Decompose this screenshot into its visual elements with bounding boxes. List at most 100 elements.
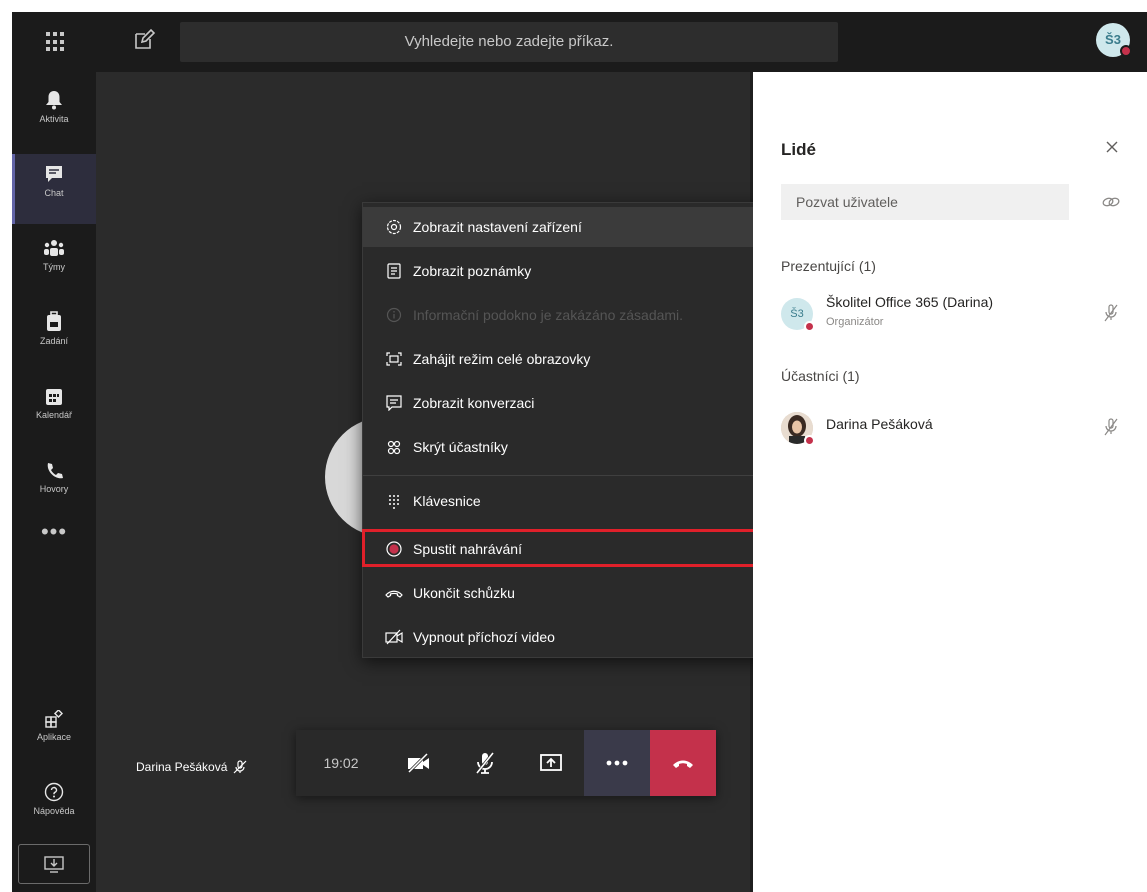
participant-name: Darina Pešáková (826, 416, 933, 432)
menu-item-keypad[interactable]: Klávesnice (363, 481, 771, 521)
menu-item-label: Ukončit schůzku (413, 585, 515, 601)
presenters-heading: Prezentující (1) (781, 258, 876, 274)
info-icon (385, 306, 403, 324)
menu-item-label: Zobrazit nastavení zařízení (413, 219, 582, 235)
participant-name-tag: Darina Pešáková (136, 760, 247, 774)
copy-link-icon[interactable] (1101, 194, 1121, 210)
menu-item-fullscreen[interactable]: Zahájit režim celé obrazovky (363, 339, 771, 379)
rail-label: Aplikace (36, 732, 72, 742)
share-screen-button[interactable] (518, 730, 584, 796)
share-screen-icon (540, 754, 562, 771)
menu-item-label: Informační podokno je zakázáno zásadami. (413, 307, 684, 323)
hang-up-icon (673, 760, 693, 768)
rail-item-help[interactable]: Nápověda (12, 772, 96, 842)
menu-divider (363, 475, 771, 476)
rail-label: Zadání (39, 336, 69, 346)
notes-icon (385, 262, 403, 280)
more-apps-icon[interactable]: ••• (12, 521, 96, 543)
rail-label: Hovory (39, 484, 69, 494)
rail-label: Aktivita (39, 114, 69, 124)
rail-item-assignments[interactable]: Zadání (12, 302, 96, 372)
rail-item-activity[interactable]: Aktivita (12, 80, 96, 150)
rail-item-apps[interactable]: Aplikace (12, 698, 96, 768)
menu-item-label: Spustit nahrávání (413, 541, 522, 557)
search-input[interactable]: Vyhledejte nebo zadejte příkaz. (180, 22, 838, 62)
mic-off-icon (1103, 418, 1121, 436)
status-busy-icon (804, 321, 815, 332)
help-icon (12, 772, 96, 802)
menu-item-label: Vypnout příchozí video (413, 629, 555, 645)
menu-item-label: Zobrazit poznámky (413, 263, 532, 279)
video-off-icon (385, 628, 403, 646)
app-bar: Aktivita Chat Týmy Zadání Kalendář Hovor… (12, 72, 96, 892)
more-icon (606, 760, 628, 766)
menu-item-end-meeting[interactable]: Ukončit schůzku (363, 573, 771, 613)
rail-item-teams[interactable]: Týmy (12, 228, 96, 298)
rail-item-calls[interactable]: Hovory (12, 450, 96, 520)
participant-name: Darina Pešáková (136, 760, 228, 774)
mic-toggle-button[interactable] (452, 730, 518, 796)
status-busy-icon (804, 435, 815, 446)
rail-item-calendar[interactable]: Kalendář (12, 376, 96, 446)
call-controls: 19:02 (296, 730, 716, 796)
panel-title: Lidé (781, 140, 816, 159)
people-panel: Lidé Pozvat uživatele Prezentující (1) Š… (753, 72, 1147, 892)
camera-toggle-button[interactable] (386, 730, 452, 796)
bell-icon (12, 80, 96, 110)
app-launcher-icon[interactable] (44, 30, 68, 54)
user-avatar[interactable]: Š3 (1096, 23, 1132, 57)
menu-item-info-disabled: Informační podokno je zakázáno zásadami. (363, 295, 771, 335)
avatar-initials: Š3 (790, 308, 804, 320)
chat-icon (12, 154, 96, 184)
teams-icon (12, 228, 96, 258)
mic-off-icon (475, 752, 495, 774)
rail-item-chat[interactable]: Chat (12, 154, 96, 224)
camera-off-icon (407, 753, 429, 773)
end-meeting-icon (385, 584, 403, 602)
menu-item-notes[interactable]: Zobrazit poznámky (363, 251, 771, 291)
menu-item-start-recording[interactable]: Spustit nahrávání (363, 529, 771, 569)
participant-role: Organizátor (826, 316, 884, 328)
participant-name: Školitel Office 365 (Darina) (826, 294, 994, 310)
invite-input[interactable]: Pozvat uživatele (781, 184, 1069, 220)
menu-item-incoming-video-off[interactable]: Vypnout příchozí video (363, 617, 771, 657)
participant-row[interactable]: Darina Pešáková (781, 408, 1121, 452)
keypad-icon (385, 492, 403, 510)
mic-off-icon (1103, 304, 1121, 322)
phone-icon (12, 450, 96, 480)
close-icon[interactable] (1105, 140, 1123, 158)
hang-up-button[interactable] (650, 730, 716, 796)
rail-label: Chat (44, 188, 64, 198)
avatar: Š3 (781, 298, 815, 332)
menu-item-conversation[interactable]: Zobrazit konverzaci (363, 383, 771, 423)
mic-off-icon (233, 760, 247, 774)
settings-icon (385, 218, 403, 236)
menu-item-device-settings[interactable]: Zobrazit nastavení zařízení (363, 207, 771, 247)
menu-item-label: Klávesnice (413, 493, 481, 509)
menu-item-label: Zobrazit konverzaci (413, 395, 535, 411)
record-icon (385, 540, 403, 558)
teams-window: Vyhledejte nebo zadejte příkaz. Š3 Aktiv… (12, 12, 1147, 892)
more-actions-button[interactable] (584, 730, 650, 796)
menu-item-label: Skrýt účastníky (413, 439, 508, 455)
calendar-icon (12, 376, 96, 406)
download-icon (44, 856, 64, 873)
new-chat-icon[interactable] (132, 28, 156, 52)
menu-item-hide-participants[interactable]: Skrýt účastníky (363, 427, 771, 467)
rail-label: Kalendář (35, 410, 73, 420)
avatar (781, 412, 815, 446)
rail-label: Týmy (43, 262, 65, 272)
download-desktop-app-button[interactable] (18, 844, 90, 884)
call-timer: 19:02 (323, 755, 359, 771)
top-bar: Vyhledejte nebo zadejte příkaz. Š3 (12, 12, 1147, 72)
assignments-icon (12, 302, 96, 332)
apps-icon (12, 698, 96, 728)
attendees-heading: Účastníci (1) (781, 368, 860, 384)
rail-label: Nápověda (33, 806, 75, 816)
participants-icon (385, 438, 403, 456)
participant-row[interactable]: Š3 Školitel Office 365 (Darina) Organizá… (781, 294, 1121, 338)
more-actions-menu: Zobrazit nastavení zařízení Zobrazit poz… (362, 202, 771, 658)
conversation-icon (385, 394, 403, 412)
menu-item-label: Zahájit režim celé obrazovky (413, 351, 591, 367)
avatar-initials: Š3 (1105, 32, 1121, 47)
